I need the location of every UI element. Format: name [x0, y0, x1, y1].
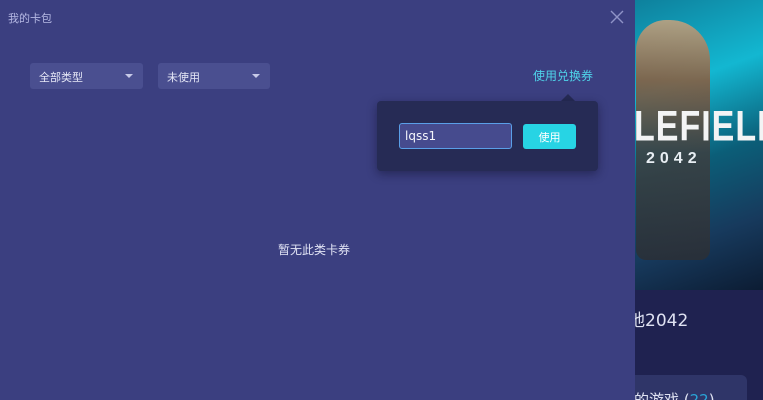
status-filter-select[interactable]: 未使用: [158, 63, 270, 89]
section-count: 22: [689, 391, 709, 400]
chevron-down-icon: [125, 74, 133, 78]
type-filter-value: 全部类型: [39, 71, 83, 84]
status-filter-value: 未使用: [167, 71, 200, 84]
popover-arrow: [561, 94, 575, 101]
modal-title: 我的卡包: [8, 12, 52, 25]
cover-subtitle-text: 2042: [646, 150, 702, 167]
use-button[interactable]: 使用: [523, 124, 576, 149]
chevron-down-icon: [252, 74, 260, 78]
close-icon: [610, 10, 624, 24]
card-wallet-modal: 我的卡包 全部类型 未使用 使用兑换券 使用 暂无此类卡券: [0, 0, 635, 400]
redeem-voucher-link[interactable]: 使用兑换券: [533, 67, 593, 84]
background-game-name: 地2042: [628, 311, 689, 331]
section-label-text: 的游戏: [634, 391, 680, 400]
close-button[interactable]: [608, 8, 626, 26]
cover-title-text: LEFIELD: [634, 103, 763, 151]
redeem-code-input[interactable]: [399, 123, 512, 149]
background-section-label: 的游戏 (22): [634, 389, 715, 400]
game-cover-image[interactable]: LEFIELD 2042: [628, 0, 763, 290]
empty-state-message: 暂无此类卡券: [277, 243, 350, 257]
type-filter-select[interactable]: 全部类型: [30, 63, 143, 89]
